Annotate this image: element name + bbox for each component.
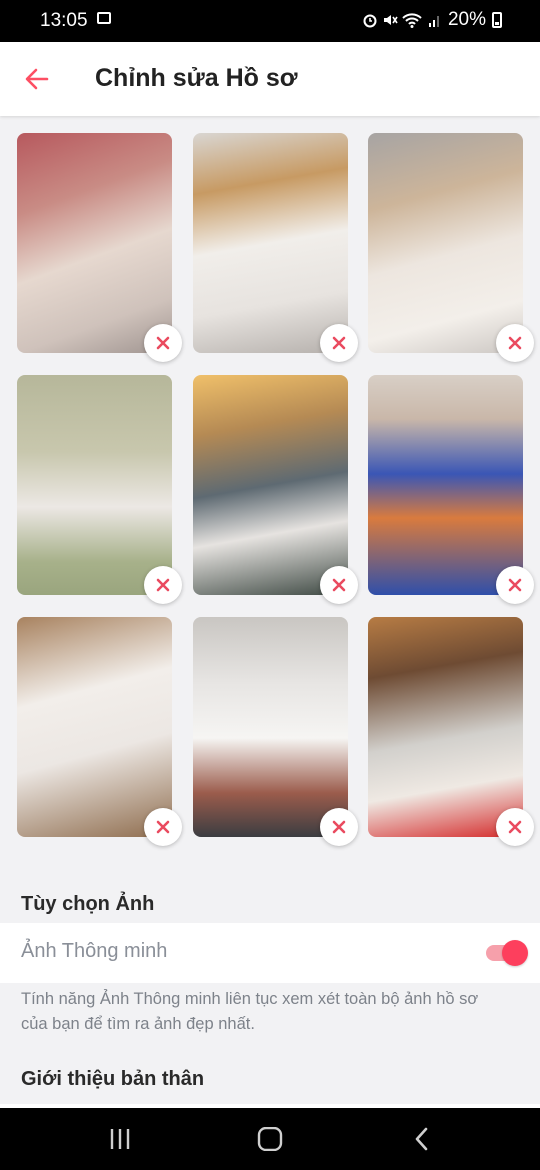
recent-apps-icon[interactable] bbox=[108, 1127, 132, 1156]
battery-icon bbox=[492, 12, 502, 28]
photo-tile[interactable] bbox=[368, 617, 523, 837]
smart-photos-toggle[interactable] bbox=[482, 939, 528, 967]
close-icon bbox=[156, 578, 170, 592]
smart-photos-label: Ảnh Thông minh bbox=[21, 940, 168, 962]
cat-photo bbox=[193, 375, 348, 595]
cat-photo bbox=[17, 133, 172, 353]
alarm-icon bbox=[362, 12, 377, 28]
wifi-icon bbox=[402, 12, 422, 28]
close-icon bbox=[156, 820, 170, 834]
back-nav-icon[interactable] bbox=[413, 1127, 431, 1156]
cat-photo bbox=[368, 133, 523, 353]
battery-percent: 20% bbox=[447, 9, 486, 30]
about-heading: Giới thiệu bản thân bbox=[21, 1068, 205, 1090]
photo-tile[interactable] bbox=[368, 375, 523, 595]
status-time: 13:05 bbox=[40, 10, 88, 31]
home-icon[interactable] bbox=[257, 1126, 283, 1156]
app-header: Chỉnh sửa Hồ sơ bbox=[0, 42, 540, 116]
remove-photo-button[interactable] bbox=[320, 324, 358, 362]
smart-photos-description: Tính năng Ảnh Thông minh liên tục xem xé… bbox=[21, 990, 479, 1033]
status-bar: 13:05 20% bbox=[0, 0, 540, 42]
photo-options-heading: Tùy chọn Ảnh bbox=[21, 893, 155, 915]
remove-photo-button[interactable] bbox=[496, 566, 534, 604]
close-icon bbox=[508, 336, 522, 350]
signal-icon bbox=[428, 12, 442, 28]
back-arrow-icon[interactable] bbox=[22, 64, 52, 94]
mute-icon bbox=[382, 12, 398, 28]
remove-photo-button[interactable] bbox=[144, 566, 182, 604]
close-icon bbox=[508, 820, 522, 834]
meme-photo bbox=[368, 617, 523, 837]
cat-photo bbox=[368, 375, 523, 595]
cat-photo bbox=[193, 617, 348, 837]
close-icon bbox=[332, 336, 346, 350]
remove-photo-button[interactable] bbox=[320, 566, 358, 604]
photo-tile[interactable] bbox=[368, 133, 523, 353]
photo-tile[interactable] bbox=[17, 617, 172, 837]
photo-tile[interactable] bbox=[17, 133, 172, 353]
close-icon bbox=[508, 578, 522, 592]
remove-photo-button[interactable] bbox=[320, 808, 358, 846]
photo-tile[interactable] bbox=[193, 617, 348, 837]
cat-photo bbox=[17, 375, 172, 595]
remove-photo-button[interactable] bbox=[496, 808, 534, 846]
cat-photo bbox=[193, 133, 348, 353]
photo-tile[interactable] bbox=[193, 375, 348, 595]
remove-photo-button[interactable] bbox=[144, 808, 182, 846]
system-nav-bar bbox=[0, 1108, 540, 1170]
image-notification-icon bbox=[97, 12, 111, 24]
close-icon bbox=[156, 336, 170, 350]
close-icon bbox=[332, 578, 346, 592]
remove-photo-button[interactable] bbox=[496, 324, 534, 362]
page-title: Chỉnh sửa Hồ sơ bbox=[95, 64, 298, 92]
remove-photo-button[interactable] bbox=[144, 324, 182, 362]
close-icon bbox=[332, 820, 346, 834]
toggle-knob bbox=[502, 940, 528, 966]
smart-photos-row: Ảnh Thông minh bbox=[0, 923, 540, 983]
photo-tile[interactable] bbox=[17, 375, 172, 595]
photo-tile[interactable] bbox=[193, 133, 348, 353]
cat-photo bbox=[17, 617, 172, 837]
